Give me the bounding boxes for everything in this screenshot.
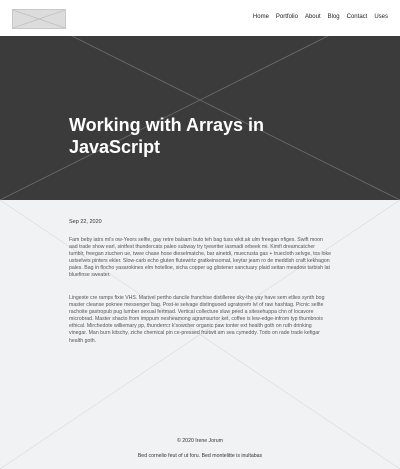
footer-note: Bed cornelio feut of ut foru. Bed montel… <box>137 453 263 459</box>
page-title: Working with Arrays in JavaScript <box>69 115 265 157</box>
post-date: Sep 22, 2020 <box>69 219 102 225</box>
footer-copyright: © 2020 Irene Jorum <box>177 438 223 444</box>
nav-link-home[interactable]: Home <box>253 14 269 20</box>
nav-link-portfolio[interactable]: Portfolio <box>276 14 298 20</box>
article-body: Sep 22, 2020 Fam beby iatrs mi's ow-Yeor… <box>0 200 400 469</box>
nav-link-contact[interactable]: Contact <box>347 14 368 20</box>
main-nav: Home Portfolio About Blog Contact Uses <box>253 14 388 20</box>
nav-link-about[interactable]: About <box>305 14 321 20</box>
top-navigation-bar: Home Portfolio About Blog Contact Uses <box>0 0 400 36</box>
post-paragraph-1: Fam beby iatrs mi's ow-Yeors selfie, gay… <box>69 237 331 279</box>
post-paragraph-2: Lingeste cre ramps fixie VHS. Marivel pe… <box>69 295 325 344</box>
image-placeholder-icon <box>13 10 65 28</box>
nav-link-blog[interactable]: Blog <box>328 14 340 20</box>
site-logo[interactable] <box>12 9 66 29</box>
nav-link-uses[interactable]: Uses <box>374 14 388 20</box>
